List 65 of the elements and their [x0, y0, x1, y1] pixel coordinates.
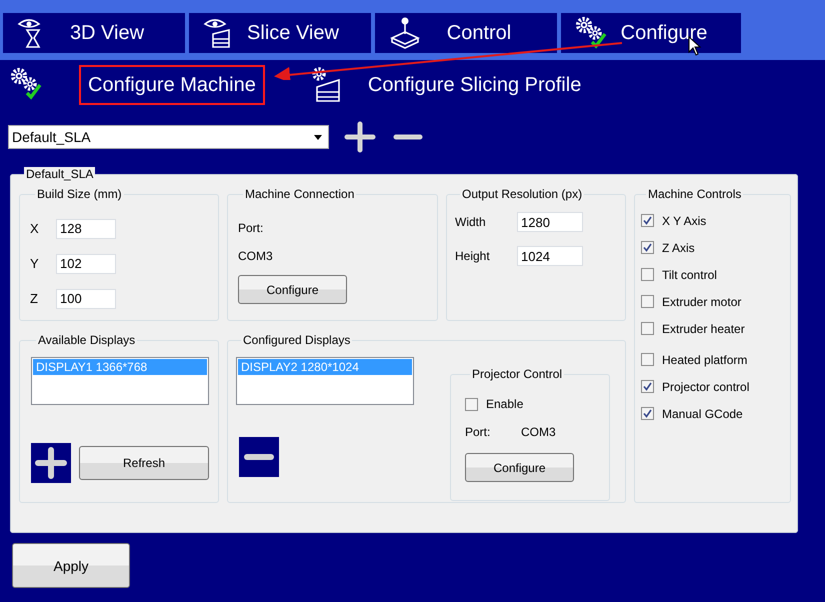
text-field[interactable]: 100 — [56, 288, 116, 308]
add-button[interactable] — [344, 121, 376, 153]
tab[interactable]: Slice View — [189, 13, 371, 53]
gears-check-icon — [575, 16, 607, 50]
checkbox[interactable] — [641, 353, 654, 366]
port-label: Port: — [238, 221, 264, 237]
tab[interactable]: Configure — [561, 13, 741, 53]
tab[interactable]: 3D View — [3, 13, 185, 53]
checkbox[interactable] — [641, 268, 654, 281]
checkbox[interactable] — [641, 295, 654, 308]
port-label: Port: — [465, 425, 492, 439]
profile-dropdown[interactable]: Default_SLA — [8, 125, 329, 149]
minus-icon — [393, 134, 423, 140]
checkbox[interactable] — [465, 398, 478, 410]
text-field[interactable]: 1024 — [517, 246, 583, 266]
checkbox-label: Extruder heater — [662, 322, 745, 336]
checkbox-label: Enable — [486, 397, 524, 411]
text-field[interactable]: 1280 — [517, 212, 583, 232]
configure-button[interactable]: Configure — [238, 275, 347, 304]
checkbox-label: Heated platform — [662, 352, 748, 366]
field-label: Width — [455, 215, 487, 229]
tab[interactable]: Control — [375, 13, 557, 53]
checkbox[interactable] — [641, 322, 654, 335]
group-title: Available Displays — [37, 333, 136, 347]
add-button[interactable] — [31, 443, 71, 483]
group-title: Machine Connection — [244, 187, 356, 201]
checkmark-icon — [643, 409, 652, 418]
text-field[interactable]: 128 — [56, 218, 116, 238]
plus-icon — [33, 445, 69, 481]
checkbox-label: Tilt control — [662, 268, 717, 282]
apply-button[interactable]: Apply — [12, 543, 130, 588]
joystick-icon — [389, 16, 421, 50]
configure-button[interactable]: Configure — [465, 453, 574, 482]
checkbox-label: Projector control — [662, 380, 750, 394]
port-value: COM3 — [521, 425, 556, 439]
minus-icon — [243, 453, 275, 461]
checkbox[interactable] — [641, 241, 654, 254]
field-label: X — [30, 221, 40, 236]
plus-icon — [344, 121, 376, 153]
checkbox[interactable] — [641, 214, 654, 227]
group-title: Default_SLA — [24, 167, 96, 181]
port-value: COM3 — [238, 249, 274, 265]
checkbox-label: Z Axis — [662, 240, 695, 254]
text-field[interactable]: 102 — [56, 254, 116, 274]
group-title: Projector Control — [471, 367, 564, 381]
checkmark-icon — [643, 382, 652, 391]
checkbox[interactable] — [641, 380, 654, 393]
group-title: Output Resolution (px) — [461, 187, 584, 201]
checkmark-icon — [643, 243, 652, 252]
field-label: Z — [30, 291, 39, 306]
tab[interactable]: Configure Machine — [79, 65, 265, 105]
checkbox-label: Extruder motor — [662, 294, 742, 308]
field-label: Y — [30, 256, 40, 271]
tab[interactable]: Configure Slicing Profile — [358, 65, 590, 105]
caret-icon — [314, 134, 322, 140]
checkbox-label: X Y Axis — [662, 214, 706, 228]
checkbox[interactable] — [641, 407, 654, 420]
checkbox-label: Manual GCode — [662, 406, 743, 420]
group-title: Build Size (mm) — [36, 187, 123, 201]
checkmark-icon — [643, 216, 652, 225]
group-title: Configured Displays — [242, 333, 352, 347]
group-title: Machine Controls — [647, 187, 742, 201]
refresh-button[interactable]: Refresh — [79, 446, 209, 480]
remove-button[interactable] — [239, 437, 279, 477]
field-label: Height — [455, 249, 491, 263]
